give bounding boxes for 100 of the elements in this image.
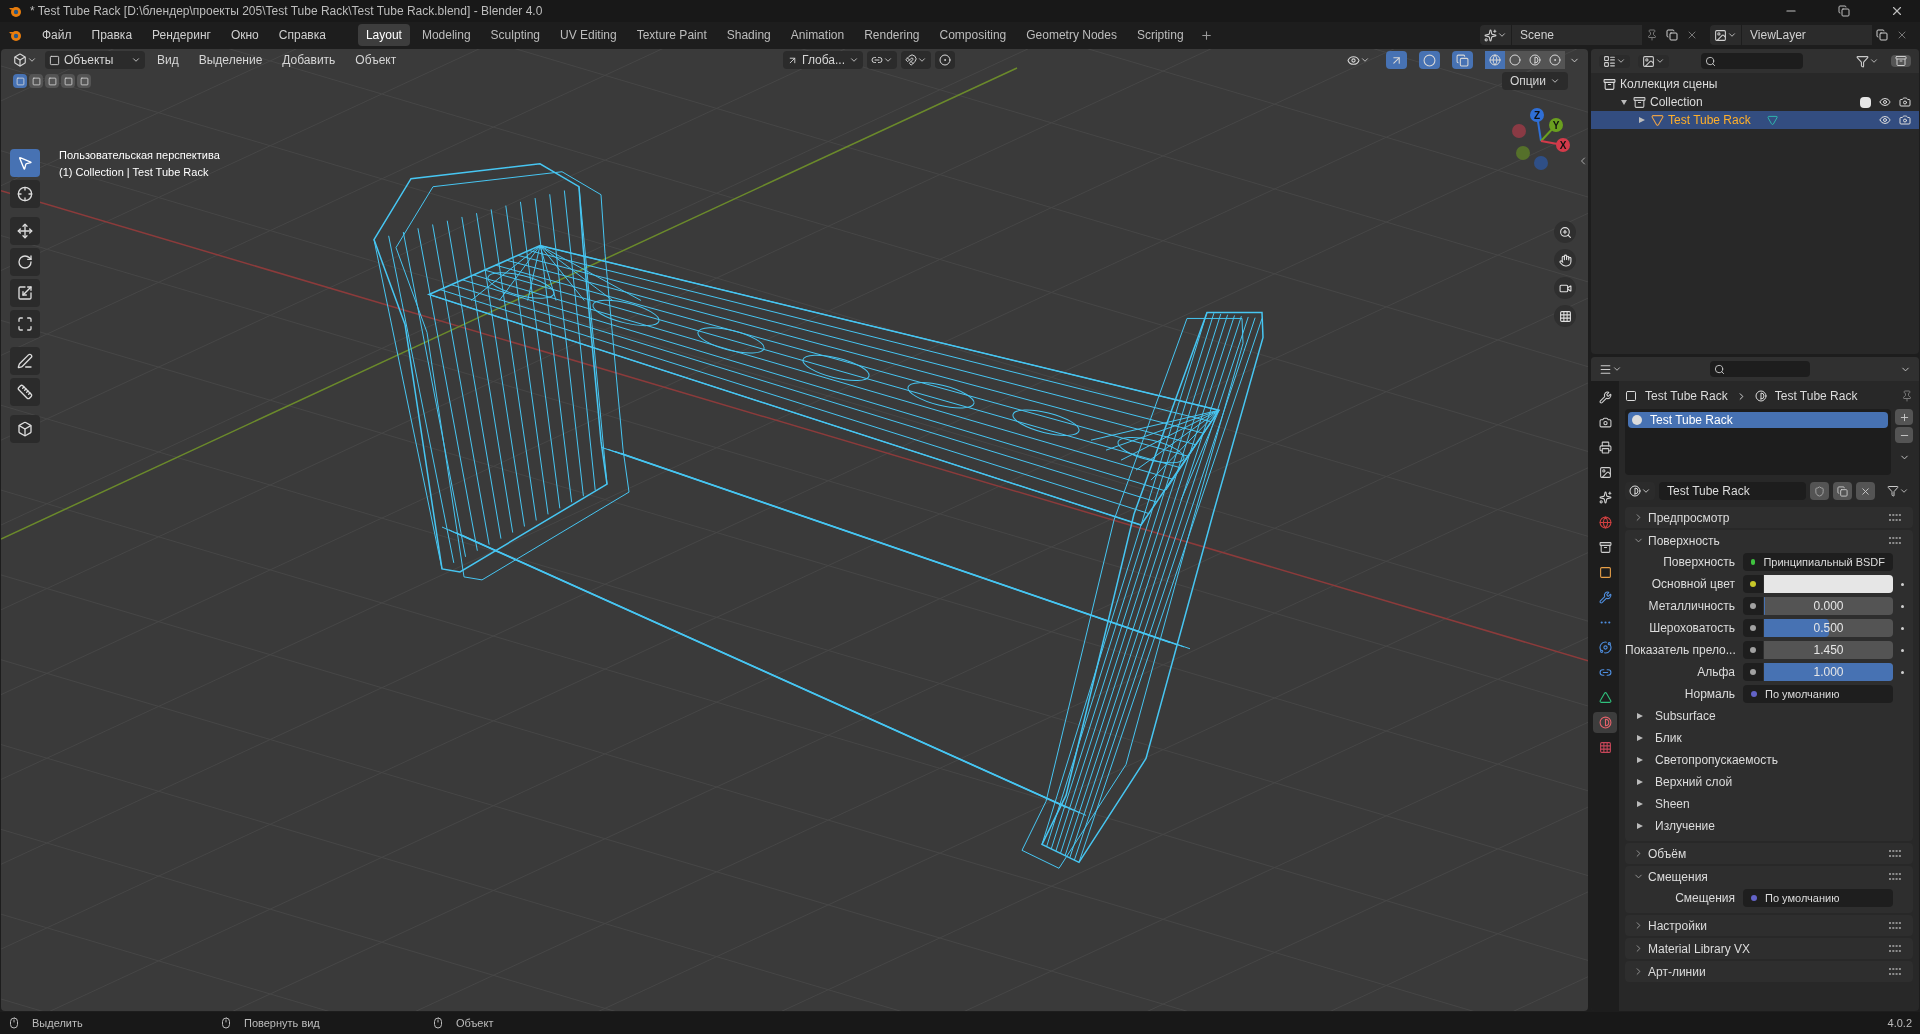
outliner-item[interactable]: Collection — [1650, 93, 1703, 111]
workspace-tab[interactable]: Sculpting — [482, 24, 548, 46]
select-mode-button[interactable] — [61, 74, 75, 88]
drag-grip-icon[interactable] — [1889, 922, 1901, 929]
unlink-button[interactable] — [1856, 482, 1875, 500]
xray-toggle[interactable] — [1452, 51, 1473, 69]
material-slot[interactable]: Test Tube Rack — [1628, 412, 1888, 428]
subpanel-title[interactable]: Sheen — [1655, 795, 1690, 813]
shading-mode-button[interactable] — [1545, 51, 1565, 69]
new-collection-button[interactable] — [1891, 55, 1911, 67]
header-menu[interactable]: Вид — [149, 51, 187, 69]
editor-type-button[interactable] — [1599, 362, 1622, 376]
fake-user-button[interactable] — [1810, 482, 1829, 500]
visibility-eye-icon[interactable] — [1879, 96, 1891, 108]
breadcrumb-item[interactable]: Test Tube Rack — [1774, 387, 1858, 405]
workspace-tab[interactable]: Compositing — [931, 24, 1015, 46]
gizmo-toggle[interactable] — [1386, 51, 1407, 69]
workspace-tab[interactable]: Modeling — [413, 24, 479, 46]
panel-title[interactable]: Смещения — [1648, 867, 1885, 886]
proportional-edit-button[interactable] — [935, 51, 955, 69]
scene-type-button[interactable] — [1480, 25, 1511, 45]
add-slot-button[interactable] — [1895, 409, 1913, 425]
rotate-tool[interactable] — [10, 248, 40, 276]
header-menu[interactable]: Объект — [347, 51, 405, 69]
select-mode-button[interactable] — [77, 74, 91, 88]
orientation-dropdown[interactable]: Глоба... — [783, 51, 863, 69]
color-swatch[interactable] — [1764, 575, 1893, 593]
restore-icon[interactable] — [1838, 5, 1850, 17]
menu-item[interactable]: Правка — [83, 26, 141, 44]
display-mode-button[interactable] — [1599, 54, 1630, 68]
scale-tool[interactable] — [10, 279, 40, 307]
pan-button[interactable] — [1554, 249, 1576, 271]
snap-dropdown[interactable] — [901, 51, 931, 69]
header-menu[interactable]: Выделение — [190, 51, 271, 69]
overlay-toggle[interactable] — [1419, 51, 1440, 69]
shading-mode-button[interactable] — [1485, 51, 1505, 69]
move-tool[interactable] — [10, 217, 40, 245]
zoom-button[interactable] — [1554, 221, 1576, 243]
drag-grip-icon[interactable] — [1889, 945, 1901, 952]
shader-link-field[interactable]: Принципиальный BSDF — [1743, 553, 1893, 571]
menu-item[interactable]: Рендеринг — [144, 26, 219, 44]
select-mode-button[interactable] — [45, 74, 59, 88]
scene-field[interactable]: Scene — [1512, 25, 1642, 45]
duplicate-button[interactable] — [1833, 482, 1852, 500]
search-field[interactable] — [1701, 53, 1803, 69]
close-icon[interactable] — [1890, 4, 1904, 18]
number-field[interactable]: 1.450 — [1764, 641, 1893, 659]
visibility-eye-icon[interactable] — [1879, 114, 1891, 126]
render-camera-icon[interactable] — [1899, 114, 1911, 126]
remove-slot-button[interactable] — [1895, 427, 1913, 443]
select-mode-button[interactable] — [29, 74, 43, 88]
subpanel-title[interactable]: Светопропускаемость — [1655, 751, 1778, 769]
workspace-tab[interactable]: Animation — [782, 24, 853, 46]
projection-button[interactable] — [1554, 305, 1576, 327]
material-name-field[interactable]: Test Tube Rack — [1659, 482, 1806, 500]
properties-tab[interactable] — [1593, 712, 1617, 733]
view-layer-field[interactable]: ViewLayer — [1742, 25, 1872, 45]
subpanel-title[interactable]: Излучение — [1655, 817, 1715, 835]
render-camera-icon[interactable] — [1899, 96, 1911, 108]
shader-link-field[interactable]: По умолчанию — [1743, 889, 1893, 907]
panel-title[interactable]: Поверхность — [1648, 531, 1885, 550]
workspace-tab[interactable]: UV Editing — [552, 24, 625, 46]
drag-grip-icon[interactable] — [1889, 873, 1901, 880]
subpanel-title[interactable]: Верхний слой — [1655, 773, 1733, 791]
add-workspace-icon[interactable] — [1199, 28, 1213, 42]
select-mode-button[interactable] — [13, 74, 27, 88]
subpanel-title[interactable]: Блик — [1655, 729, 1682, 747]
menu-item[interactable]: Окно — [222, 26, 267, 44]
delete-view-layer-icon[interactable] — [1896, 29, 1908, 41]
navigation-gizmo[interactable] — [1512, 108, 1570, 170]
shader-link-field[interactable]: По умолчанию — [1743, 685, 1893, 703]
camera-view-button[interactable] — [1554, 277, 1576, 299]
pin-icon[interactable] — [1901, 390, 1913, 402]
workspace-tab[interactable]: Shading — [718, 24, 779, 46]
measure-tool[interactable] — [10, 378, 40, 406]
cursor-tool[interactable] — [10, 180, 40, 208]
add-cube-tool[interactable] — [10, 415, 40, 443]
drag-grip-icon[interactable] — [1889, 514, 1901, 521]
new-view-layer-icon[interactable] — [1876, 29, 1888, 41]
select-box-tool[interactable] — [10, 149, 40, 177]
value-slider[interactable]: 1.000 — [1764, 663, 1893, 681]
view-layer-type-button[interactable] — [1710, 25, 1741, 45]
value-slider[interactable]: 0.000 — [1764, 597, 1893, 615]
exclude-checkbox[interactable] — [1860, 96, 1871, 108]
drag-grip-icon[interactable] — [1889, 850, 1901, 857]
mode-dropdown[interactable]: Объекты — [45, 51, 145, 69]
outliner-item[interactable]: Коллекция сцены — [1620, 75, 1718, 93]
pivot-dropdown[interactable] — [867, 51, 897, 69]
delete-scene-icon[interactable] — [1686, 29, 1698, 41]
3d-viewport[interactable]: Объекты Вид Выделение Добавить Объект Глоба... Опции Пользовательская перспектива (1) Collection | Test Tube Rack Z Y X — [1, 49, 1588, 1011]
pin-icon[interactable] — [1646, 29, 1658, 41]
drag-grip-icon[interactable] — [1889, 537, 1901, 544]
search-field[interactable] — [1710, 361, 1810, 377]
subpanel-title[interactable]: Subsurface — [1655, 707, 1716, 725]
annotate-tool[interactable] — [10, 347, 40, 375]
workspace-tab[interactable]: Geometry Nodes — [1018, 24, 1125, 46]
workspace-tab[interactable]: Scripting — [1128, 24, 1192, 46]
workspace-tab[interactable]: Layout — [357, 24, 410, 46]
breadcrumb-item[interactable]: Test Tube Rack — [1645, 387, 1728, 405]
view-layer-filter-button[interactable] — [1638, 54, 1669, 68]
